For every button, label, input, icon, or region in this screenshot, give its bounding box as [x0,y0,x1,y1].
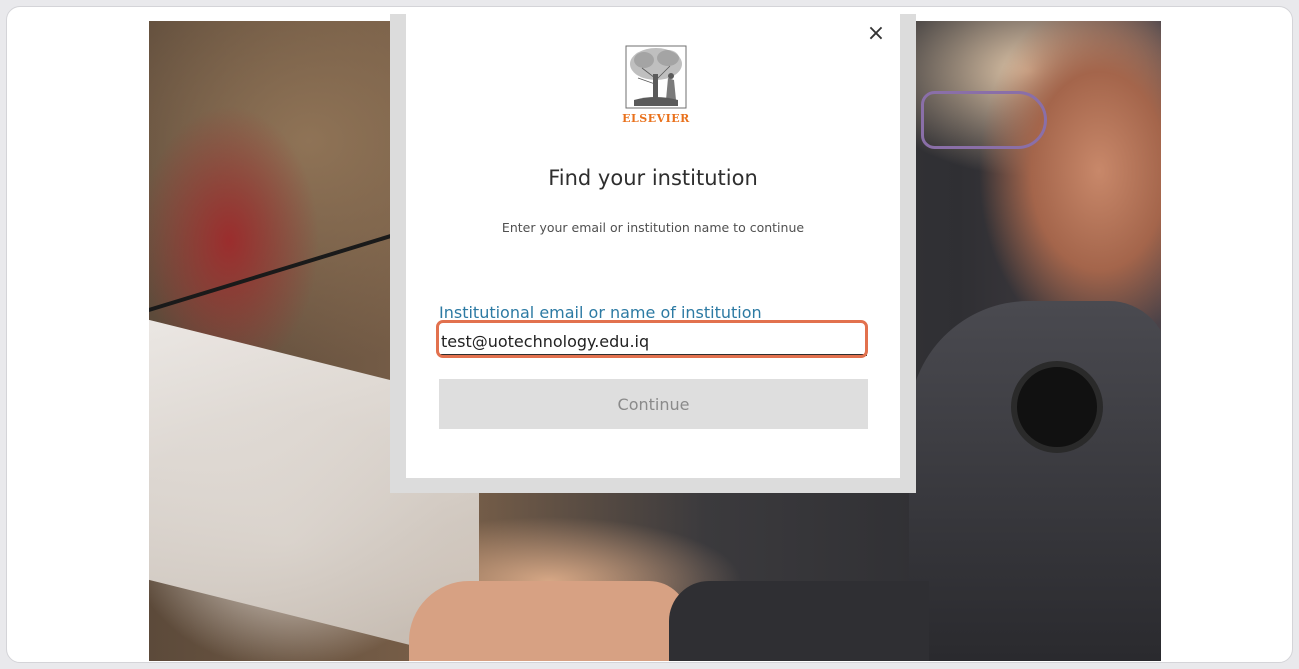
institution-email-input[interactable] [439,328,867,356]
photo-jacket [909,301,1161,661]
photo-microphone [149,226,417,315]
elsevier-tree-icon [625,45,687,109]
close-icon[interactable]: × [864,22,888,46]
find-institution-dialog: × ELSEVIER Find your institution Enter y… [406,14,900,478]
photo-headphones [1011,361,1103,453]
dialog-title: Find your institution [548,166,758,190]
modal-backdrop-panel: × ELSEVIER Find your institution Enter y… [390,14,916,493]
photo-sleeve [669,581,929,661]
elsevier-logo: ELSEVIER [616,44,696,134]
photo-glasses [921,91,1047,149]
dialog-subtitle: Enter your email or institution name to … [501,220,805,235]
elsevier-wordmark: ELSEVIER [622,112,690,125]
continue-button[interactable]: Continue [439,379,868,429]
institution-field-label: Institutional email or name of instituti… [439,303,762,319]
photo-hand [409,581,689,661]
